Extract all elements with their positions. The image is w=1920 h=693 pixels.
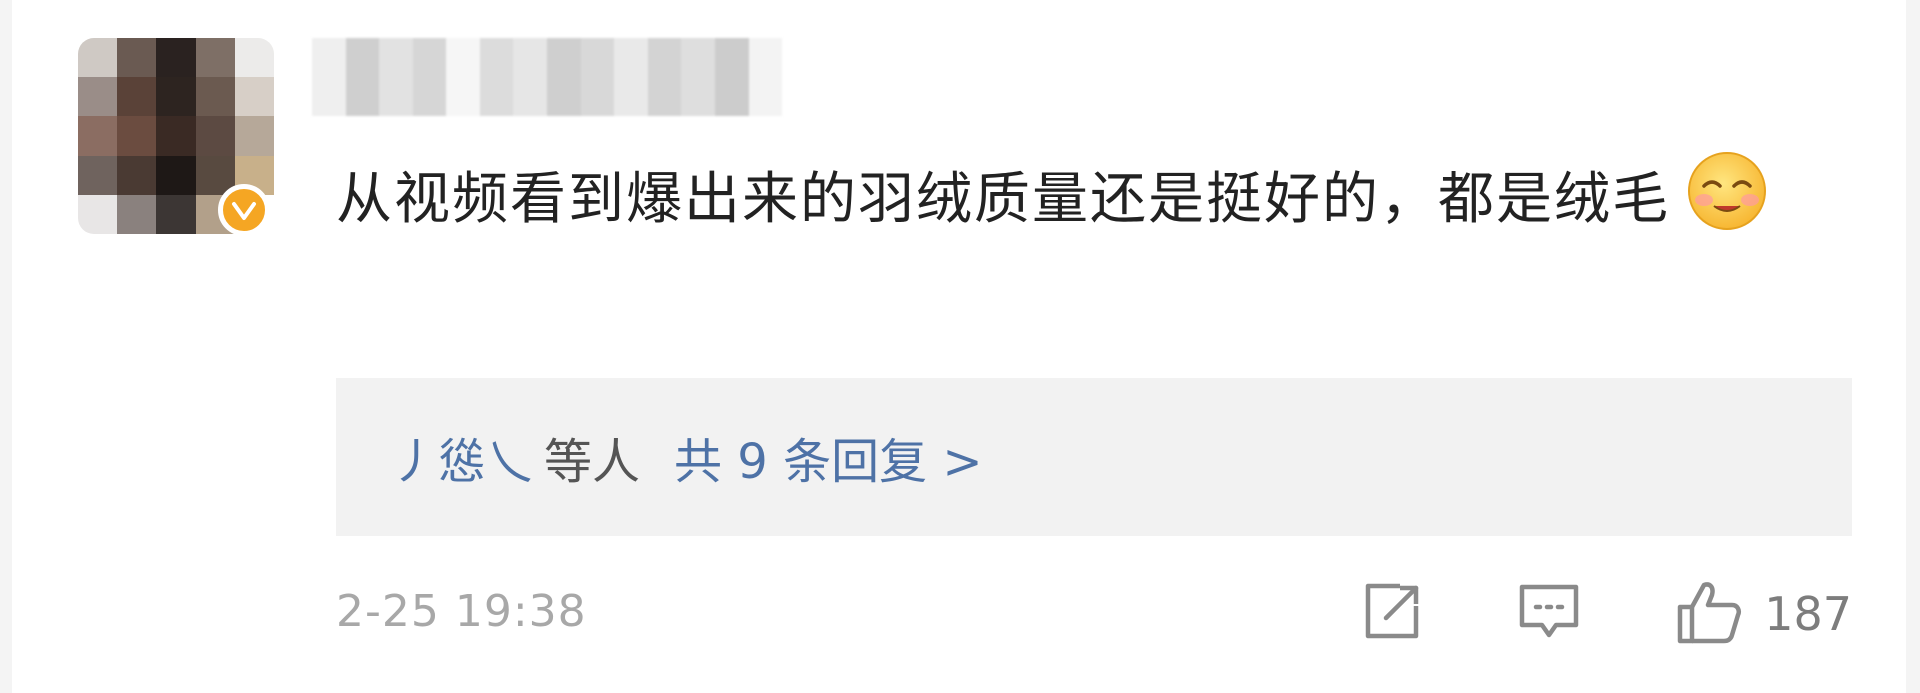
right-edge: [1906, 0, 1920, 693]
comment-actions: 187: [1360, 580, 1852, 648]
replies-preview[interactable]: 丿慫乀 等人 共 9 条回复 >: [336, 378, 1852, 536]
reply-others-label: 等人: [544, 434, 641, 490]
verified-badge-icon: [218, 184, 270, 236]
comment-body: 从视频看到爆出来的羽绒质量还是挺好的，都是绒毛: [336, 167, 1670, 232]
comment-icon: [1516, 579, 1582, 649]
thumbs-up-icon: [1674, 577, 1744, 651]
username-blurred[interactable]: [312, 38, 783, 116]
left-edge: [0, 0, 12, 693]
comment-text: 从视频看到爆出来的羽绒质量还是挺好的，都是绒毛: [336, 150, 1876, 248]
share-button[interactable]: [1360, 580, 1424, 648]
like-button[interactable]: 187: [1674, 577, 1852, 651]
view-replies-link[interactable]: 共 9 条回复 >: [674, 422, 983, 492]
reply-user-link[interactable]: 丿慫乀: [390, 422, 534, 492]
like-count: 187: [1764, 587, 1852, 641]
timestamp: 2-25 19:38: [336, 586, 587, 637]
smiling-face-emoji-icon: [1686, 150, 1768, 232]
comment-button[interactable]: [1516, 579, 1582, 649]
comment-card: 从视频看到爆出来的羽绒质量还是挺好的，都是绒毛 丿慫乀 等人 共 9 条回复 >…: [0, 0, 1920, 693]
share-icon: [1360, 580, 1424, 648]
